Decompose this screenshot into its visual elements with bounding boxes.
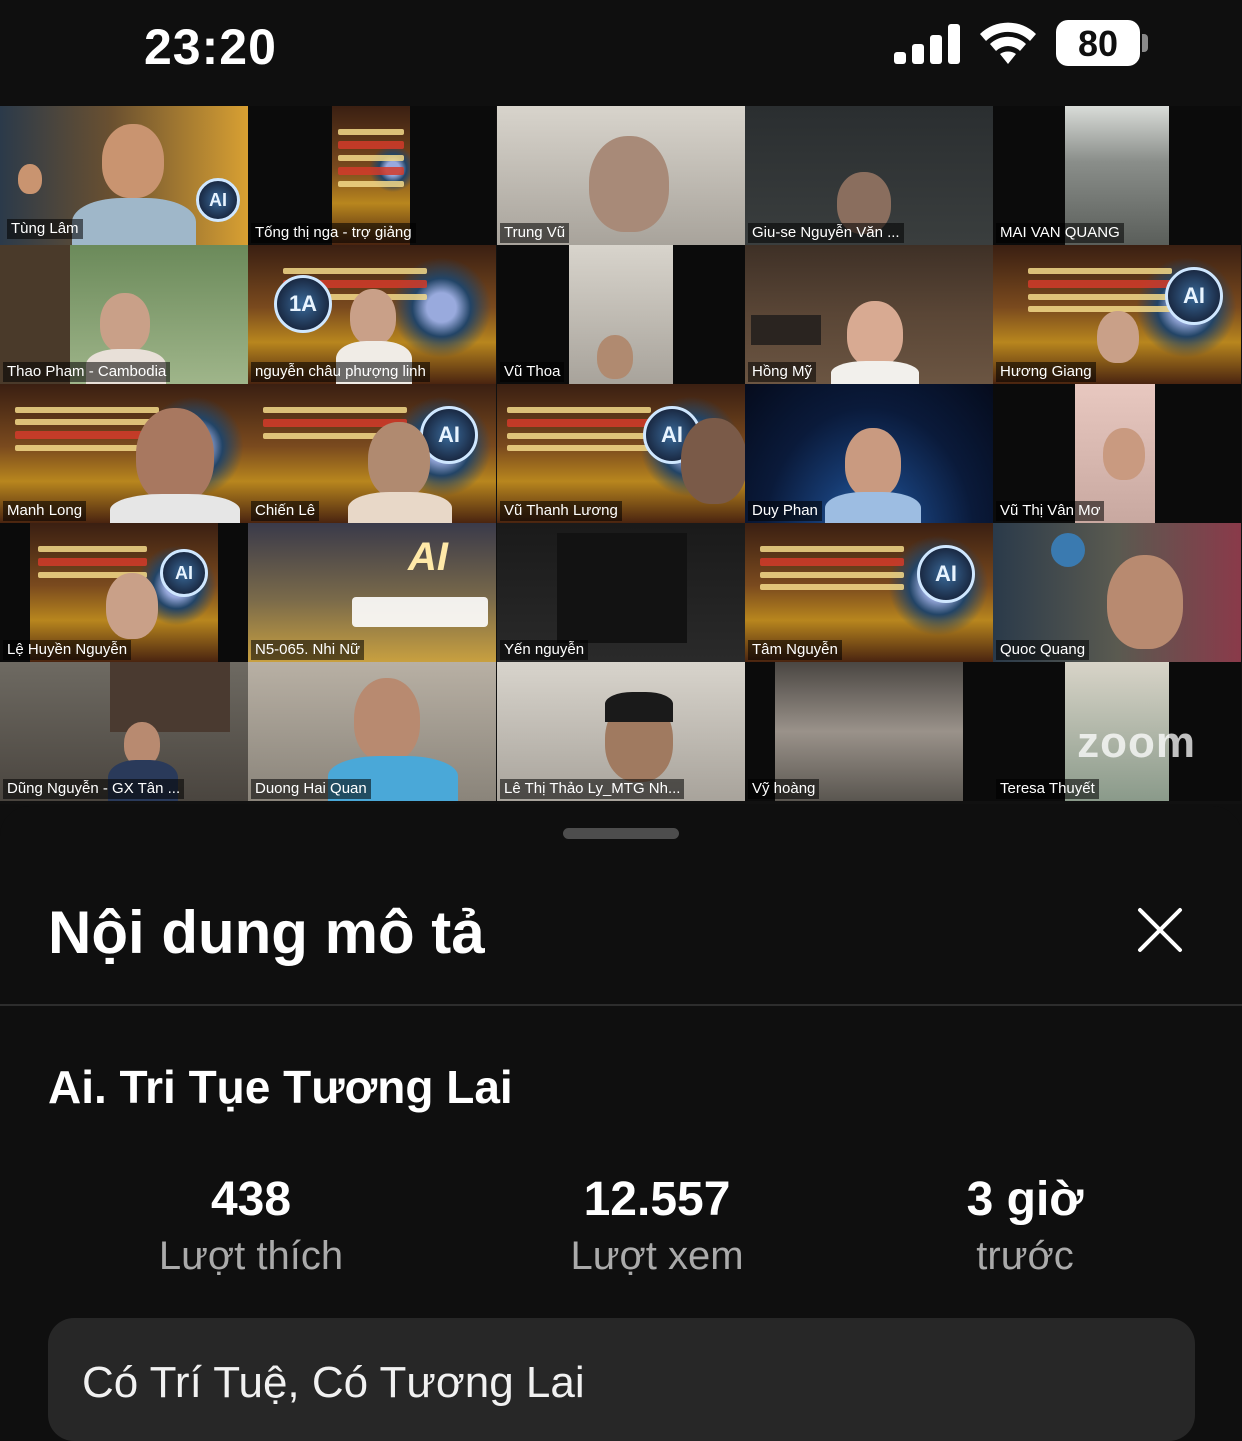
- participant-tile[interactable]: Tống thị nga - trợ giảng: [248, 106, 496, 245]
- upload-time-label: trước: [976, 1234, 1074, 1278]
- participant-name: Hồng Mỹ: [748, 362, 817, 382]
- battery-level: 80: [1077, 23, 1119, 64]
- participant-tile[interactable]: Quoc Quang: [993, 523, 1241, 662]
- wifi-icon: [980, 22, 1036, 64]
- participant-name: Hương Giang: [996, 362, 1096, 382]
- description-text: Có Trí Tuệ, Có Tương Lai: [82, 1358, 585, 1407]
- participant-tile[interactable]: Vũ Thị Vân Mơ: [993, 384, 1241, 523]
- likes-stat: 438 Lượt thích: [120, 1172, 382, 1284]
- battery-icon: 80: [1056, 20, 1140, 66]
- participant-tile[interactable]: AI Hương Giang: [993, 245, 1241, 384]
- participant-name: Yến nguyễn: [500, 640, 589, 660]
- sheet-title: Nội dung mô tả: [48, 899, 485, 966]
- participant-tile[interactable]: AI N5-065. Nhi Nữ: [248, 523, 496, 662]
- battery-cap: [1142, 34, 1148, 52]
- participant-tile[interactable]: Duy Phan: [745, 384, 993, 523]
- participant-name: Dũng Nguyễn - GX Tân ...: [3, 779, 185, 799]
- participant-tile[interactable]: MAI VAN QUANG: [993, 106, 1241, 245]
- participant-tile[interactable]: Thao Pham - Cambodia: [0, 245, 248, 384]
- participant-name: Tùng Lâm: [7, 219, 83, 239]
- participant-tile[interactable]: 1A nguyễn châu phượng linh: [248, 245, 496, 384]
- views-count: 12.557: [583, 1173, 731, 1226]
- participant-tile[interactable]: Manh Long: [0, 384, 248, 523]
- upload-time-stat: 3 giờ trước: [894, 1172, 1156, 1284]
- participant-name: Chiến Lê: [251, 501, 320, 521]
- participant-tile[interactable]: Trung Vũ: [497, 106, 745, 245]
- views-label: Lượt xem: [570, 1234, 744, 1278]
- zoom-watermark: zoom: [1077, 718, 1196, 767]
- participant-name: Lệ Huyền Nguyễn: [3, 640, 132, 660]
- participant-name: Lê Thị Thảo Ly_MTG Nh...: [500, 779, 685, 799]
- participant-tile[interactable]: Vỹ hoàng: [745, 662, 993, 801]
- participant-name: Vỹ hoàng: [748, 779, 820, 799]
- participant-name: MAI VAN QUANG: [996, 223, 1124, 243]
- participant-name: Duy Phan: [748, 501, 822, 521]
- participant-tile[interactable]: AI Tâm Nguyễn: [745, 523, 993, 662]
- participant-tile[interactable]: AI Tùng Lâm: [0, 106, 248, 245]
- participant-tile[interactable]: Giu-se Nguyễn Văn ...: [745, 106, 993, 245]
- close-icon[interactable]: [1134, 904, 1186, 956]
- participant-tile[interactable]: Lê Thị Thảo Ly_MTG Nh...: [497, 662, 745, 801]
- participant-tile[interactable]: Vũ Thoa: [497, 245, 745, 384]
- participant-name: Vũ Thị Vân Mơ: [996, 501, 1105, 521]
- participant-name: Tống thị nga - trợ giảng: [251, 223, 416, 243]
- likes-label: Lượt thích: [158, 1234, 344, 1278]
- participant-name: Giu-se Nguyễn Văn ...: [748, 223, 904, 243]
- cellular-signal-icon: [894, 24, 960, 64]
- status-bar: 23:20 80: [0, 0, 1242, 106]
- participant-tile[interactable]: Hồng Mỹ: [745, 245, 993, 384]
- upload-time-value: 3 giờ: [966, 1173, 1084, 1226]
- participant-name: Trung Vũ: [500, 223, 570, 243]
- participant-name: nguyễn châu phượng linh: [251, 362, 430, 382]
- participant-name: Vũ Thanh Lương: [500, 501, 622, 521]
- status-time: 23:20: [144, 19, 277, 75]
- participant-name: Tâm Nguyễn: [748, 640, 842, 660]
- participant-tile[interactable]: AI Chiến Lê: [248, 384, 496, 523]
- participant-name: Duong Hai Quan: [251, 779, 371, 799]
- participant-name: Manh Long: [3, 501, 87, 521]
- divider: [0, 1004, 1242, 1006]
- views-stat: 12.557 Lượt xem: [526, 1172, 788, 1284]
- participant-tile[interactable]: Yến nguyễn: [497, 523, 745, 662]
- video-title: Ai. Tri Tụe Tương Lai: [48, 1061, 513, 1113]
- participant-name: Quoc Quang: [996, 640, 1090, 660]
- participant-name: Thao Pham - Cambodia: [3, 362, 171, 382]
- participant-name: Teresa Thuyết: [996, 779, 1099, 799]
- participant-tile[interactable]: AI Lệ Huyền Nguyễn: [0, 523, 248, 662]
- likes-count: 438: [210, 1173, 292, 1226]
- meeting-video-grid[interactable]: AI Tùng Lâm Tống thị nga - trợ giảng Tru…: [0, 106, 1242, 804]
- participant-name: N5-065. Nhi Nữ: [251, 640, 365, 660]
- participant-tile[interactable]: Duong Hai Quan: [248, 662, 496, 801]
- drag-handle[interactable]: [563, 828, 679, 839]
- description-sheet: Nội dung mô tả Ai. Tri Tụe Tương Lai 438…: [0, 806, 1242, 1441]
- description-box[interactable]: Có Trí Tuệ, Có Tương Lai: [48, 1318, 1195, 1441]
- participant-name: Vũ Thoa: [500, 362, 565, 382]
- participant-tile[interactable]: Dũng Nguyễn - GX Tân ...: [0, 662, 248, 801]
- participant-tile[interactable]: AI Vũ Thanh Lương: [497, 384, 745, 523]
